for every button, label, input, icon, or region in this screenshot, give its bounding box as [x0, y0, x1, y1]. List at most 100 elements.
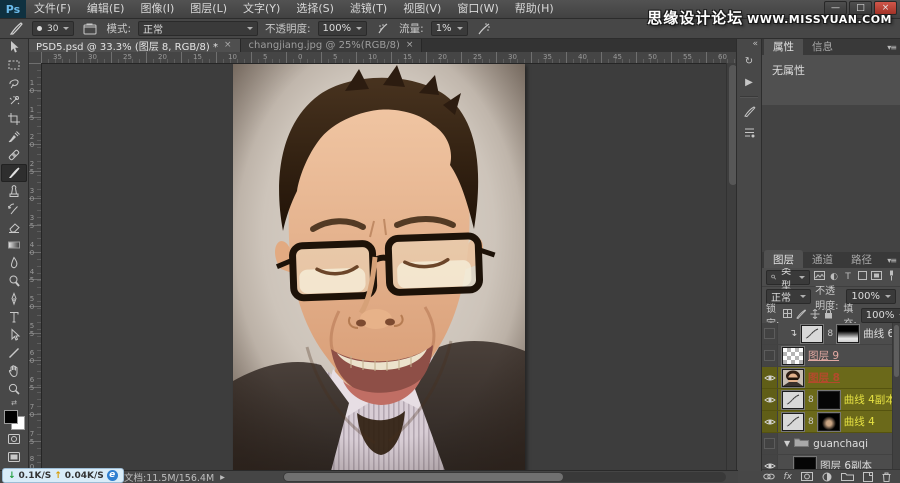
lock-transparency-icon[interactable]	[783, 309, 793, 321]
menu-window[interactable]: 窗口(W)	[449, 0, 506, 18]
expand-panels-icon[interactable]: «	[752, 39, 758, 49]
quick-selection-tool[interactable]	[1, 92, 27, 110]
menu-filter[interactable]: 滤镜(T)	[342, 0, 395, 18]
lasso-tool[interactable]	[1, 74, 27, 92]
lock-position-icon[interactable]	[810, 308, 820, 322]
pen-tool[interactable]	[1, 290, 27, 308]
layer-style-button[interactable]: fx	[784, 471, 793, 482]
portrait-photo-canvas[interactable]	[233, 63, 525, 471]
layer-mask-thumbnail[interactable]	[836, 323, 861, 344]
shape-tool[interactable]	[1, 344, 27, 362]
flow-input[interactable]: 1%	[430, 21, 468, 36]
eraser-tool[interactable]	[1, 218, 27, 236]
layer-mask-thumbnail[interactable]	[816, 389, 841, 410]
filter-kind-select[interactable]: 类型	[766, 266, 810, 292]
crop-tool[interactable]	[1, 110, 27, 128]
close-tab-icon[interactable]: ×	[224, 40, 232, 50]
pressure-opacity-icon[interactable]	[374, 21, 392, 37]
dodge-tool[interactable]	[1, 272, 27, 290]
tool-presets-panel-icon[interactable]	[739, 103, 759, 120]
opacity-input[interactable]: 100%	[317, 21, 368, 36]
panel-menu-icon[interactable]: ▾≡	[887, 43, 897, 52]
layer-row-layer-8[interactable]: 图层 8	[762, 367, 893, 389]
visibility-toggle[interactable]	[762, 367, 778, 388]
horizontal-scrollbar[interactable]	[283, 472, 726, 482]
curves-adjustment-thumbnail[interactable]	[781, 389, 805, 410]
horizontal-ruler[interactable]: 35 30 25 20 15 10 5 0 5 10 15 20 25 30 3…	[41, 52, 738, 64]
layer-row-curves-4[interactable]: 8 曲线 4	[762, 411, 893, 433]
visibility-toggle[interactable]	[762, 411, 778, 432]
status-popup-arrow-icon[interactable]: ▸	[220, 472, 225, 483]
add-mask-button[interactable]	[801, 471, 813, 482]
toggle-brush-panel-button[interactable]	[81, 21, 99, 37]
tab-paths[interactable]: 路径	[842, 250, 881, 268]
filter-adjustment-icon[interactable]: ◐	[829, 272, 839, 282]
curves-adjustment-thumbnail[interactable]	[800, 323, 825, 344]
layer-name[interactable]: 曲线 6	[863, 326, 893, 341]
layer-thumbnail[interactable]	[793, 455, 817, 470]
doc-tab-psd5[interactable]: PSD5.psd @ 33.3% (图层 8, RGB/8) * ×	[28, 38, 241, 53]
menu-file[interactable]: 文件(F)	[26, 0, 79, 18]
tab-properties[interactable]: 属性	[764, 37, 803, 55]
layer-name[interactable]: 图层 8	[808, 370, 840, 385]
layer-name[interactable]: 图层 9	[808, 348, 839, 363]
visibility-toggle[interactable]	[762, 389, 778, 410]
scrollbar-thumb[interactable]	[894, 325, 899, 377]
history-panel-icon[interactable]: ↻	[739, 53, 759, 70]
tab-info[interactable]: 信息	[803, 37, 842, 55]
vertical-ruler[interactable]: 10 15 20 25 30 35 40 45 50 55 60 65 70 7…	[28, 63, 42, 471]
tab-layers[interactable]: 图层	[764, 250, 803, 268]
filter-pin-icon[interactable]	[886, 270, 896, 284]
layer-row-curves-6[interactable]: ↴ 8 曲线 6	[762, 323, 893, 345]
layer-name[interactable]: 曲线 4副本	[844, 392, 893, 407]
actions-panel-icon[interactable]: ▶	[739, 74, 759, 91]
new-layer-button[interactable]	[863, 471, 873, 482]
layer-name[interactable]: 曲线 4	[844, 414, 875, 429]
fill-input[interactable]: 100%	[860, 307, 900, 323]
new-group-button[interactable]	[841, 471, 854, 482]
panel-menu-icon[interactable]: ▾≡	[887, 256, 897, 265]
menu-help[interactable]: 帮助(H)	[507, 0, 562, 18]
lock-pixels-icon[interactable]	[796, 308, 807, 322]
spot-healing-tool[interactable]	[1, 146, 27, 164]
delete-layer-button[interactable]	[882, 471, 891, 482]
zoom-tool[interactable]	[1, 380, 27, 398]
menu-view[interactable]: 视图(V)	[395, 0, 449, 18]
link-layers-button[interactable]	[762, 471, 775, 482]
hand-tool[interactable]	[1, 362, 27, 380]
menu-edit[interactable]: 编辑(E)	[79, 0, 133, 18]
screen-mode-button[interactable]	[1, 448, 27, 466]
blur-tool[interactable]	[1, 254, 27, 272]
menu-layer[interactable]: 图层(L)	[182, 0, 235, 18]
layer-row-group-guanchaqi[interactable]: ▼ guanchaqi	[762, 433, 893, 455]
visibility-toggle[interactable]	[762, 323, 778, 344]
move-tool[interactable]	[1, 38, 27, 56]
lock-all-icon[interactable]	[824, 308, 833, 322]
layer-row-curves-4-copy[interactable]: 8 曲线 4副本	[762, 389, 893, 411]
brush-presets-panel-icon[interactable]	[739, 124, 759, 141]
visibility-toggle[interactable]	[762, 455, 778, 470]
swap-colors-icon[interactable]: ⇄	[11, 400, 17, 407]
gradient-tool[interactable]	[1, 236, 27, 254]
new-adjustment-layer-button[interactable]	[822, 471, 832, 482]
eyedropper-tool[interactable]	[1, 128, 27, 146]
filter-smart-object-icon[interactable]	[871, 271, 882, 283]
brush-preset-picker[interactable]: 30	[32, 21, 75, 36]
layer-thumbnail[interactable]	[781, 345, 805, 366]
close-tab-icon[interactable]: ×	[406, 40, 414, 50]
layer-list-scrollbar[interactable]	[892, 323, 900, 470]
history-brush-tool[interactable]	[1, 200, 27, 218]
canvas-pasteboard[interactable]	[41, 63, 727, 471]
group-expand-icon[interactable]: ▼	[784, 439, 790, 448]
ie-browser-icon[interactable]: e	[106, 470, 118, 481]
visibility-toggle[interactable]	[762, 345, 778, 366]
curves-adjustment-thumbnail[interactable]	[781, 411, 805, 432]
scrollbar-thumb[interactable]	[284, 473, 564, 481]
layer-thumbnail[interactable]	[781, 367, 805, 388]
visibility-toggle[interactable]	[762, 433, 778, 454]
menu-type[interactable]: 文字(Y)	[235, 0, 288, 18]
layer-row-layer-9[interactable]: 图层 9	[762, 345, 893, 367]
layer-name[interactable]: guanchaqi	[813, 438, 868, 450]
tab-channels[interactable]: 通道	[803, 250, 842, 268]
menu-select[interactable]: 选择(S)	[288, 0, 342, 18]
